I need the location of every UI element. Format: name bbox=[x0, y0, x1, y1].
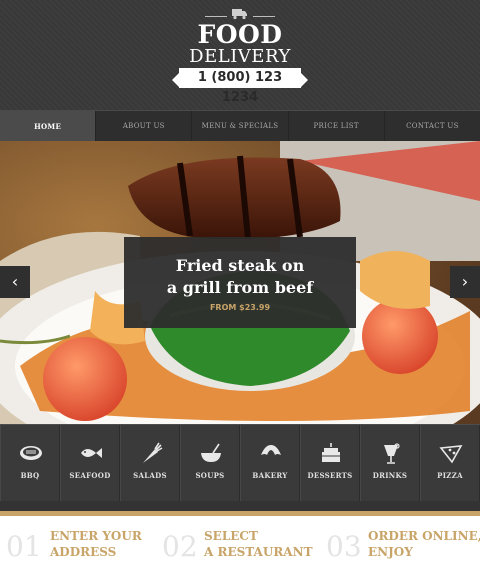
category-label: DESSERTS bbox=[307, 471, 353, 480]
step-number: 01 bbox=[6, 530, 42, 563]
phone-ribbon: 1 (800) 123 1234 bbox=[179, 68, 301, 105]
pizza-icon bbox=[439, 445, 463, 464]
bbq-icon bbox=[20, 446, 42, 460]
category-bakery[interactable]: BAKERY bbox=[240, 425, 300, 502]
nav-item-price-list[interactable]: PRICE LIST bbox=[289, 111, 385, 142]
slide-price: FROM $23.99 bbox=[209, 303, 271, 312]
hero-slider: ‹ › Fried steak on a grill from beef FRO… bbox=[0, 141, 480, 424]
step-1: 01 ENTER YOUR ADDRESS bbox=[0, 516, 160, 577]
step-number: 02 bbox=[162, 530, 198, 563]
category-label: BBQ bbox=[20, 471, 40, 480]
step-text-line1: ORDER ONLINE, bbox=[368, 529, 480, 543]
step-text-line2: ADDRESS bbox=[50, 545, 117, 559]
chevron-right-icon: › bbox=[461, 272, 469, 291]
soup-bowl-icon bbox=[201, 443, 221, 462]
step-text-line1: ENTER YOUR bbox=[50, 529, 142, 543]
logo[interactable]: FOOD DELIVERY 1 (800) 123 1234 bbox=[0, 0, 480, 110]
logo-title: FOOD bbox=[197, 20, 283, 49]
slide-title-line2: a grill from beef bbox=[166, 278, 314, 297]
croissant-icon bbox=[261, 445, 281, 455]
category-label: BAKERY bbox=[252, 471, 288, 480]
slide-title-line1: Fried steak on bbox=[175, 256, 305, 275]
category-salads[interactable]: SALADS bbox=[120, 425, 180, 502]
logo-line bbox=[253, 16, 275, 17]
cake-icon bbox=[322, 443, 340, 462]
category-label: SOUPS bbox=[195, 471, 225, 480]
carrot-icon bbox=[143, 442, 163, 463]
category-desserts[interactable]: DESSERTS bbox=[300, 425, 360, 502]
truck-icon bbox=[232, 9, 247, 20]
slider-prev-button[interactable]: ‹ bbox=[0, 266, 30, 298]
step-text-line2: A RESTAURANT bbox=[204, 545, 313, 559]
main-nav: HOME ABOUT US MENU & SPECIALS PRICE LIST… bbox=[0, 110, 480, 142]
divider-strip bbox=[0, 501, 480, 511]
nav-item-about-us[interactable]: ABOUT US bbox=[96, 111, 193, 142]
logo-line bbox=[205, 16, 227, 17]
step-3: 03 ORDER ONLINE, ENJOY bbox=[320, 516, 480, 577]
category-label: DRINKS bbox=[372, 471, 408, 480]
order-steps: 01 ENTER YOUR ADDRESS 02 SELECT A RESTAU… bbox=[0, 516, 480, 577]
nav-item-menu-specials[interactable]: MENU & SPECIALS bbox=[192, 111, 289, 142]
cocktail-icon bbox=[384, 443, 400, 464]
nav-item-contact-us[interactable]: CONTACT US bbox=[385, 111, 480, 142]
step-text-line2: ENJOY bbox=[368, 545, 413, 559]
category-pizza[interactable]: PIZZA bbox=[420, 425, 480, 502]
category-label: PIZZA bbox=[437, 471, 463, 480]
slide-caption[interactable]: Fried steak on a grill from beef FROM $2… bbox=[124, 237, 356, 328]
step-number: 03 bbox=[326, 530, 362, 563]
category-bbq[interactable]: BBQ bbox=[0, 425, 60, 502]
slider-next-button[interactable]: › bbox=[450, 266, 480, 298]
category-seafood[interactable]: SEAFOOD bbox=[60, 425, 120, 502]
step-2: 02 SELECT A RESTAURANT bbox=[160, 516, 320, 577]
category-label: SALADS bbox=[133, 471, 167, 480]
nav-item-home[interactable]: HOME bbox=[0, 111, 97, 142]
category-drinks[interactable]: DRINKS bbox=[360, 425, 420, 502]
ribbon-tail-right bbox=[300, 72, 308, 88]
logo-subtitle: DELIVERY bbox=[189, 46, 291, 67]
step-text-line1: SELECT bbox=[204, 529, 258, 543]
fish-icon bbox=[81, 448, 102, 458]
category-label: SEAFOOD bbox=[69, 471, 111, 480]
chevron-left-icon: ‹ bbox=[11, 272, 19, 291]
category-bar: BBQ SEAFOOD SALADS SOUPS BAKERY DESSERTS… bbox=[0, 424, 480, 502]
header: FOOD DELIVERY 1 (800) 123 1234 bbox=[0, 0, 480, 110]
category-soups[interactable]: SOUPS bbox=[180, 425, 240, 502]
